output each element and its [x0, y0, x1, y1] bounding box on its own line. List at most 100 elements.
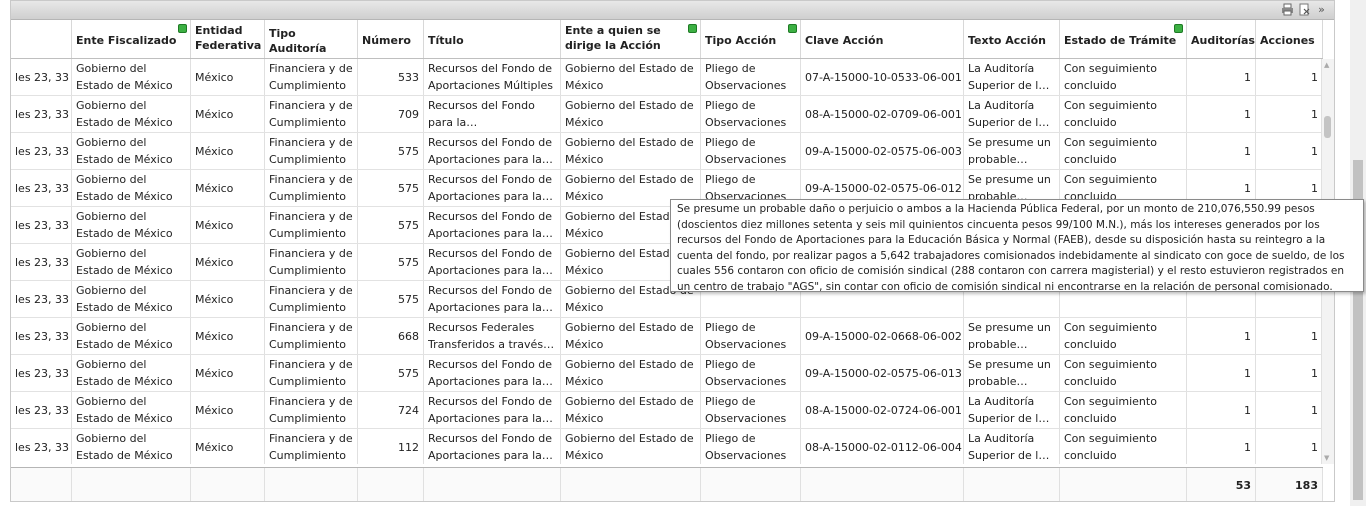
column-header-texto[interactable]: Texto Acción — [964, 20, 1060, 58]
cell-acciones[interactable]: 1 — [1256, 392, 1323, 428]
column-header-clave[interactable]: Clave Acción — [801, 20, 964, 58]
cell-auditorias[interactable]: 1 — [1187, 96, 1256, 132]
cell-ente[interactable]: Gobierno del Estado de México — [72, 170, 191, 206]
cell-clave[interactable]: 09-A-15000-02-0575-06-013 — [801, 355, 964, 391]
cell-numero[interactable]: 575 — [358, 281, 424, 317]
cell-tipo_acc[interactable]: Pliego de Observaciones — [701, 96, 801, 132]
cell-tipo_acc[interactable]: Pliego de Observaciones — [701, 392, 801, 428]
cell-ente_dirige[interactable]: Gobierno del Estado de México — [561, 133, 701, 169]
cell-clave[interactable]: 08-A-15000-02-0112-06-004 — [801, 429, 964, 464]
cell-estado[interactable]: Con seguimiento concluido — [1060, 59, 1187, 95]
cell-ente[interactable]: Gobierno del Estado de México — [72, 318, 191, 354]
cell-tipo_aud[interactable]: Financiera y de Cumplimiento — [265, 170, 358, 206]
cell-c0[interactable]: les 23, 33 — [11, 96, 72, 132]
cell-c0[interactable]: les 23, 33 — [11, 207, 72, 243]
cell-tipo_aud[interactable]: Financiera y de Cumplimiento — [265, 281, 358, 317]
cell-entidad[interactable]: México — [191, 281, 265, 317]
cell-acciones[interactable]: 1 — [1256, 133, 1323, 169]
table-row[interactable]: les 23, 33 Gobierno del Estado de México M… — [11, 96, 1323, 133]
column-header-estado[interactable]: Estado de Trámite — [1060, 20, 1187, 58]
cell-ente_dirige[interactable]: Gobierno del Estado de México — [561, 392, 701, 428]
cell-auditorias[interactable]: 1 — [1187, 355, 1256, 391]
cell-acciones[interactable]: 1 — [1256, 318, 1323, 354]
cell-tipo_acc[interactable]: Pliego de Observaciones — [701, 133, 801, 169]
cell-c0[interactable]: les 23, 33 — [11, 318, 72, 354]
cell-c0[interactable]: les 23, 33 — [11, 281, 72, 317]
cell-tipo_aud[interactable]: Financiera y de Cumplimiento — [265, 207, 358, 243]
table-row[interactable]: les 23, 33 Gobierno del Estado de México M… — [11, 59, 1323, 96]
selection-indicator-icon[interactable] — [178, 24, 187, 33]
cell-acciones[interactable]: 1 — [1256, 355, 1323, 391]
cell-ente_dirige[interactable]: Gobierno del Estado de México — [561, 318, 701, 354]
cell-texto[interactable]: Se presume un probable daño... — [964, 133, 1060, 169]
cell-tipo_aud[interactable]: Financiera y de Cumplimiento — [265, 318, 358, 354]
scroll-up-icon[interactable]: ▲ — [1324, 61, 1329, 69]
column-header-acciones[interactable]: Acciones — [1256, 20, 1323, 58]
column-header-ente_dirige[interactable]: Ente a quien se dirige la Acción — [561, 20, 701, 58]
cell-titulo[interactable]: Recursos del Fondo de Aportaciones para … — [424, 170, 561, 206]
cell-tipo_aud[interactable]: Financiera y de Cumplimiento — [265, 59, 358, 95]
cell-auditorias[interactable]: 1 — [1187, 133, 1256, 169]
cell-entidad[interactable]: México — [191, 355, 265, 391]
column-header-entidad[interactable]: Entidad Federativa — [191, 20, 265, 58]
table-row[interactable]: les 23, 33 Gobierno del Estado de México M… — [11, 318, 1323, 355]
column-header-c0[interactable] — [11, 20, 72, 58]
table-row[interactable]: les 23, 33 Gobierno del Estado de México M… — [11, 133, 1323, 170]
selection-indicator-icon[interactable] — [1174, 24, 1183, 33]
cell-ente[interactable]: Gobierno del Estado de México — [72, 133, 191, 169]
cell-estado[interactable]: Con seguimiento concluido — [1060, 96, 1187, 132]
cell-numero[interactable]: 575 — [358, 244, 424, 280]
cell-entidad[interactable]: México — [191, 133, 265, 169]
cell-ente_dirige[interactable]: Gobierno del Estado de México — [561, 59, 701, 95]
cell-estado[interactable]: Con seguimiento concluido — [1060, 429, 1187, 464]
cell-c0[interactable]: les 23, 33 — [11, 429, 72, 464]
cell-entidad[interactable]: México — [191, 59, 265, 95]
cell-auditorias[interactable]: 1 — [1187, 318, 1256, 354]
cell-tipo_acc[interactable]: Pliego de Observaciones — [701, 355, 801, 391]
cell-tipo_aud[interactable]: Financiera y de Cumplimiento — [265, 133, 358, 169]
table-row[interactable]: les 23, 33 Gobierno del Estado de México M… — [11, 355, 1323, 392]
cell-entidad[interactable]: México — [191, 392, 265, 428]
cell-titulo[interactable]: Recursos del Fondo de Aportaciones para … — [424, 133, 561, 169]
export-excel-icon[interactable] — [1298, 3, 1311, 16]
cell-acciones[interactable]: 1 — [1256, 59, 1323, 95]
column-header-auditorias[interactable]: Auditorías — [1187, 20, 1256, 58]
cell-tipo_acc[interactable]: Pliego de Observaciones — [701, 318, 801, 354]
cell-clave[interactable]: 08-A-15000-02-0709-06-001 — [801, 96, 964, 132]
cell-estado[interactable]: Con seguimiento concluido — [1060, 355, 1187, 391]
cell-c0[interactable]: les 23, 33 — [11, 244, 72, 280]
cell-numero[interactable]: 575 — [358, 355, 424, 391]
cell-tipo_aud[interactable]: Financiera y de Cumplimiento — [265, 96, 358, 132]
cell-titulo[interactable]: Recursos del Fondo de Aportaciones para … — [424, 281, 561, 317]
cell-auditorias[interactable]: 1 — [1187, 429, 1256, 464]
cell-entidad[interactable]: México — [191, 96, 265, 132]
cell-estado[interactable]: Con seguimiento concluido — [1060, 133, 1187, 169]
cell-entidad[interactable]: México — [191, 207, 265, 243]
cell-clave[interactable]: 09-A-15000-02-0575-06-003 — [801, 133, 964, 169]
cell-titulo[interactable]: Recursos del Fondo de Aportaciones Múlti… — [424, 59, 561, 95]
cell-tipo_aud[interactable]: Financiera y de Cumplimiento — [265, 355, 358, 391]
printer-icon[interactable] — [1281, 3, 1294, 16]
cell-entidad[interactable]: México — [191, 170, 265, 206]
cell-c0[interactable]: les 23, 33 — [11, 355, 72, 391]
cell-clave[interactable]: 07-A-15000-10-0533-06-001 — [801, 59, 964, 95]
cell-entidad[interactable]: México — [191, 244, 265, 280]
cell-ente[interactable]: Gobierno del Estado de México — [72, 355, 191, 391]
cell-ente_dirige[interactable]: Gobierno del Estado de México — [561, 96, 701, 132]
cell-ente_dirige[interactable]: Gobierno del Estado de México — [561, 355, 701, 391]
cell-titulo[interactable]: Recursos del Fondo de Aportaciones para … — [424, 392, 561, 428]
cell-texto[interactable]: Se presume un probable daño... — [964, 355, 1060, 391]
cell-c0[interactable]: les 23, 33 — [11, 392, 72, 428]
expand-chevrons-icon[interactable]: » — [1315, 3, 1328, 16]
cell-ente[interactable]: Gobierno del Estado de México — [72, 207, 191, 243]
cell-estado[interactable]: Con seguimiento concluido — [1060, 392, 1187, 428]
cell-ente[interactable]: Gobierno del Estado de México — [72, 429, 191, 464]
column-header-numero[interactable]: Número — [358, 20, 424, 58]
cell-ente[interactable]: Gobierno del Estado de México — [72, 59, 191, 95]
cell-tipo_acc[interactable]: Pliego de Observaciones — [701, 59, 801, 95]
cell-clave[interactable]: 08-A-15000-02-0724-06-001 — [801, 392, 964, 428]
cell-tipo_aud[interactable]: Financiera y de Cumplimiento — [265, 392, 358, 428]
cell-numero[interactable]: 575 — [358, 133, 424, 169]
cell-ente[interactable]: Gobierno del Estado de México — [72, 392, 191, 428]
cell-texto[interactable]: La Auditoría Superior de la ... — [964, 429, 1060, 464]
